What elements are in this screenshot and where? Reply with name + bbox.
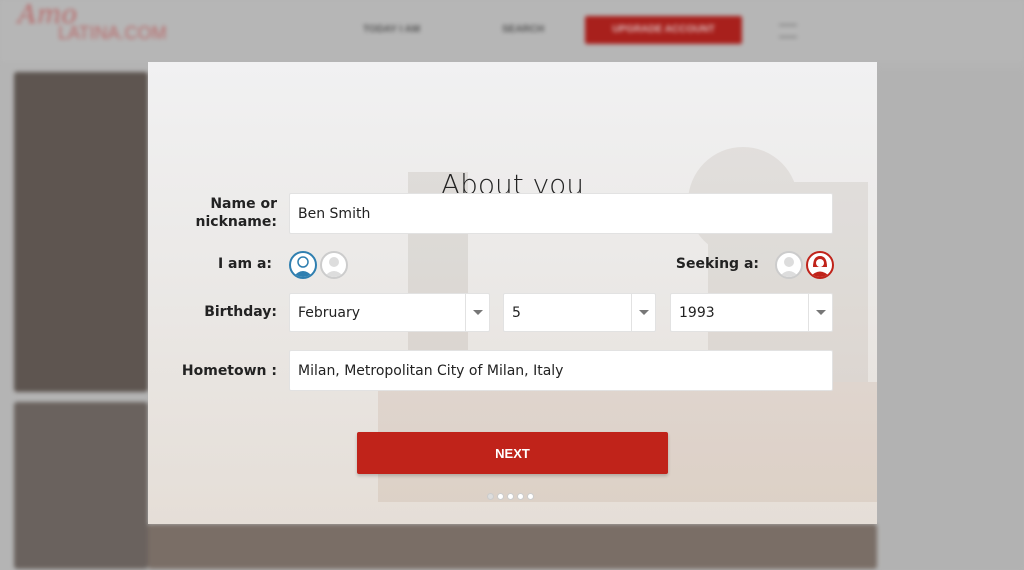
name-label: Name or nickname:	[195, 196, 277, 230]
female-avatar-icon	[810, 256, 830, 277]
male-avatar-icon	[293, 256, 313, 277]
iam-label: I am a:	[217, 256, 272, 272]
profile-photo[interactable]	[14, 72, 148, 392]
profile-photo[interactable]	[14, 402, 148, 569]
sidebar	[877, 70, 1024, 570]
iam-male-option[interactable]	[289, 251, 317, 279]
male-avatar-icon	[779, 257, 799, 277]
hometown-label: Hometown :	[181, 363, 277, 379]
seeking-label: Seeking a:	[675, 256, 759, 272]
birthday-label: Birthday:	[204, 304, 277, 320]
step-indicator	[487, 493, 534, 500]
birth-year-select[interactable]: 1993	[670, 293, 833, 332]
birth-month-select[interactable]: February	[289, 293, 490, 332]
chevron-down-icon	[631, 294, 655, 331]
nav-today[interactable]: TODAY I AM	[363, 24, 420, 35]
name-input[interactable]: Ben Smith	[289, 193, 833, 234]
iam-female-option[interactable]	[320, 251, 348, 279]
site-header: Amo LATINA.COM TODAY I AM SEARCH UPGRADE …	[0, 0, 1024, 62]
seeking-male-option[interactable]	[775, 251, 803, 279]
next-button[interactable]: NEXT	[357, 432, 668, 474]
about-you-modal: About you Name or nickname: Ben Smith I …	[148, 62, 877, 524]
upgrade-account-button[interactable]: UPGRADE ACCOUNT	[585, 16, 742, 44]
step-dot	[507, 493, 514, 500]
hometown-input[interactable]: Milan, Metropolitan City of Milan, Italy	[289, 350, 833, 391]
nav-search[interactable]: SEARCH	[502, 24, 544, 35]
menu-icon[interactable]	[779, 24, 797, 38]
profile-photo-strip	[148, 524, 877, 569]
female-avatar-icon	[324, 257, 344, 277]
step-dot	[517, 493, 524, 500]
site-logo[interactable]: Amo LATINA.COM	[18, 2, 167, 42]
birth-day-select[interactable]: 5	[503, 293, 656, 332]
step-dot	[487, 493, 494, 500]
chevron-down-icon	[465, 294, 489, 331]
seeking-female-option[interactable]	[806, 251, 834, 279]
step-dot	[497, 493, 504, 500]
chevron-down-icon	[808, 294, 832, 331]
step-dot	[527, 493, 534, 500]
